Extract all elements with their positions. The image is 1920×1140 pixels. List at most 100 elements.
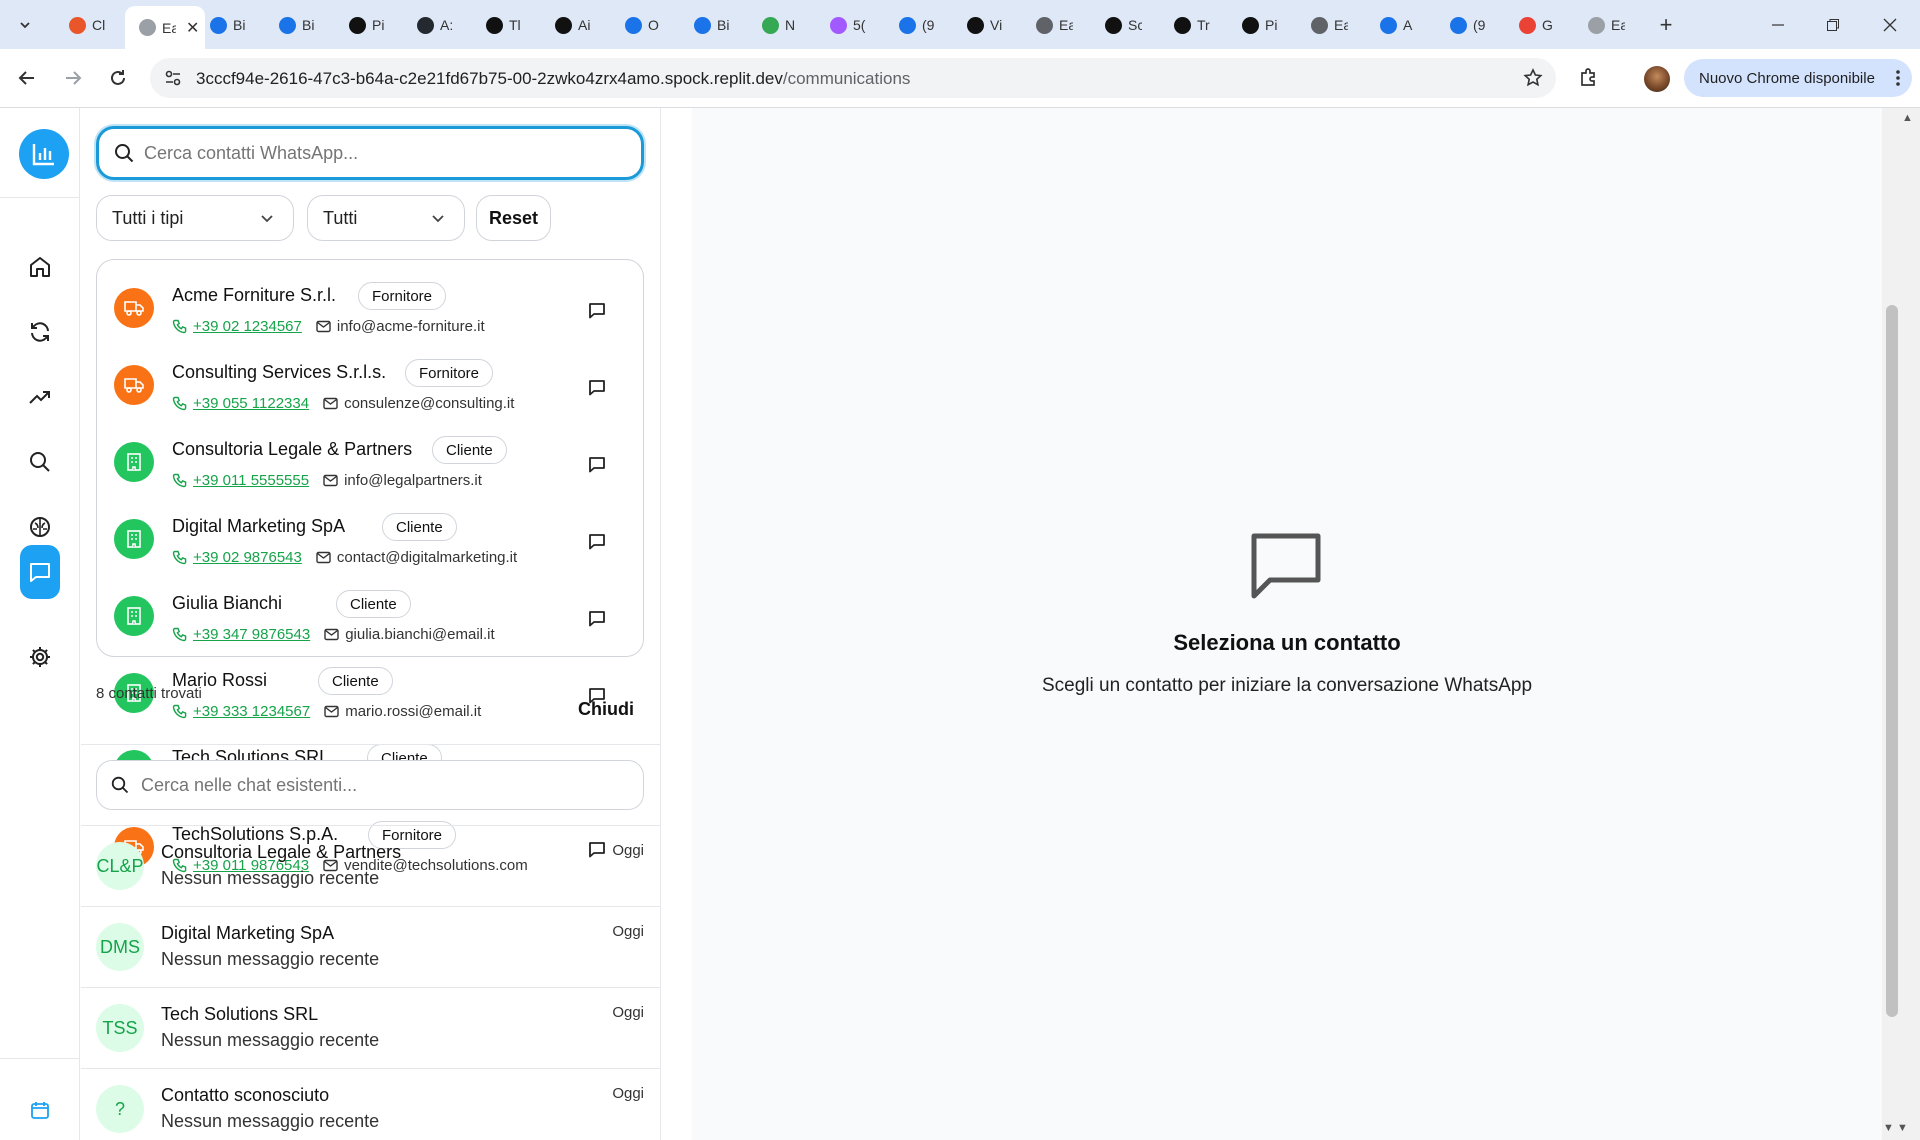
nav-ai[interactable] — [20, 507, 60, 547]
nav-communications[interactable] — [20, 545, 60, 599]
chat-search-input[interactable] — [141, 774, 611, 796]
contact-search-field[interactable] — [96, 126, 644, 180]
chat-list-item[interactable]: TSS Tech Solutions SRL Nessun messaggio re… — [81, 988, 660, 1069]
close-results-button[interactable]: Chiudi — [578, 699, 634, 720]
more-vert-icon — [1896, 70, 1900, 86]
contact-phone-link[interactable]: +39 02 1234567 — [193, 318, 302, 335]
address-bar[interactable]: 3cccf94e-2616-47c3-b64a-c2e21fd67b75-00-… — [150, 58, 1556, 98]
browser-tab[interactable]: N — [748, 8, 816, 42]
browser-tab[interactable]: Bi — [265, 8, 333, 42]
browser-tab[interactable]: Cl — [55, 8, 123, 42]
start-chat-button[interactable] — [588, 379, 606, 402]
browser-tab[interactable]: Bi — [680, 8, 748, 42]
browser-tab[interactable]: Ea ✕ — [125, 6, 205, 49]
contact-phone-link[interactable]: +39 011 5555555 — [193, 472, 309, 489]
contact-phone-link[interactable]: +39 02 9876543 — [193, 549, 302, 566]
browser-tab[interactable]: Ea — [1022, 8, 1090, 42]
nav-home[interactable] — [20, 247, 60, 287]
browser-tab[interactable]: Vi — [953, 8, 1021, 42]
contact-phone-link[interactable]: +39 333 1234567 — [193, 703, 310, 720]
chat-list-item[interactable]: CL&P Consultoria Legale & Partners Nessun … — [81, 826, 660, 907]
contact-item[interactable]: Giulia Bianchi Cliente +39 347 9876543 giul… — [96, 584, 644, 656]
browser-tab[interactable]: Bi — [196, 8, 264, 42]
nav-calendar[interactable] — [20, 1090, 60, 1130]
tab-favicon-icon — [1380, 16, 1397, 34]
scroll-down-arrow[interactable]: ▼ ▼ — [1883, 1122, 1908, 1134]
browser-tab[interactable]: (9 — [1436, 8, 1504, 42]
minimize-button[interactable] — [1758, 10, 1798, 40]
tab-title: A: — [440, 17, 454, 33]
phone-icon — [172, 550, 187, 565]
chrome-update-button[interactable]: Nuovo Chrome disponibile — [1684, 59, 1912, 97]
browser-tab[interactable]: Tl — [472, 8, 540, 42]
truck-icon — [124, 301, 144, 316]
browser-tab[interactable]: Ea — [1297, 8, 1365, 42]
nav-settings[interactable] — [20, 637, 60, 677]
chat-time: Oggi — [612, 1004, 644, 1021]
tab-favicon-icon — [279, 16, 296, 34]
contact-item[interactable]: Digital Marketing SpA Cliente +39 02 98765… — [96, 507, 644, 579]
brain-icon — [30, 517, 50, 537]
type-filter-select[interactable]: Tutti i tipi — [96, 195, 294, 241]
back-button[interactable] — [13, 64, 41, 92]
contact-avatar — [114, 365, 154, 405]
nav-sync[interactable] — [20, 312, 60, 352]
restore-button[interactable] — [1813, 10, 1853, 40]
scroll-up-arrow[interactable]: ▲ — [1902, 112, 1913, 124]
browser-tab[interactable]: A: — [403, 8, 471, 42]
browser-tab[interactable]: 5( — [816, 8, 884, 42]
tab-favicon-icon — [762, 16, 779, 34]
tab-title: G — [1542, 17, 1553, 33]
reload-button[interactable] — [104, 64, 132, 92]
contact-item[interactable]: Acme Forniture S.r.l. Fornitore +39 02 123… — [96, 276, 644, 348]
start-chat-button[interactable] — [588, 302, 606, 325]
contact-item[interactable]: Consultoria Legale & Partners Cliente +39 … — [96, 430, 644, 502]
contact-item[interactable]: Consulting Services S.r.l.s. Fornitore +39… — [96, 353, 644, 425]
nav-search[interactable] — [20, 442, 60, 482]
contact-phone-link[interactable]: +39 347 9876543 — [193, 626, 310, 643]
app-logo[interactable] — [19, 129, 69, 179]
start-chat-button[interactable] — [588, 456, 606, 479]
browser-tab[interactable]: Pi — [335, 8, 403, 42]
browser-tab[interactable]: Tr — [1160, 8, 1228, 42]
phone-icon — [172, 704, 187, 719]
contact-email: consulenze@consulting.it — [344, 395, 515, 412]
nav-trends[interactable] — [20, 377, 60, 417]
browser-tab[interactable]: (9 — [885, 8, 953, 42]
browser-tab[interactable]: Ea — [1574, 8, 1642, 42]
contact-type-badge: Cliente — [318, 667, 393, 695]
tab-title: Cl — [92, 17, 106, 33]
start-chat-button[interactable] — [588, 610, 606, 633]
tab-favicon-icon — [625, 16, 642, 34]
status-filter-select[interactable]: Tutti — [307, 195, 465, 241]
browser-tab[interactable]: A — [1366, 8, 1434, 42]
start-chat-button[interactable] — [588, 533, 606, 556]
contact-search-input[interactable] — [144, 142, 604, 164]
search-icon — [30, 452, 50, 472]
tab-title: A — [1403, 17, 1413, 33]
tab-search-button[interactable] — [10, 10, 40, 40]
chat-list-item[interactable]: DMS Digital Marketing SpA Nessun messaggio… — [81, 907, 660, 988]
contact-details: +39 011 5555555 info@legalpartners.it — [172, 472, 482, 489]
site-info-icon[interactable] — [164, 69, 182, 87]
close-window-button[interactable] — [1870, 10, 1910, 40]
section-divider — [81, 744, 660, 745]
profile-avatar[interactable] — [1644, 66, 1670, 92]
chevron-down-icon — [432, 215, 444, 223]
browser-tab[interactable]: Ai — [541, 8, 609, 42]
browser-tab[interactable]: G — [1505, 8, 1573, 42]
new-tab-button[interactable]: + — [1652, 12, 1680, 40]
extensions-icon[interactable] — [1578, 67, 1600, 89]
browser-tab[interactable]: O — [611, 8, 679, 42]
browser-tab[interactable]: Sc — [1091, 8, 1159, 42]
contact-email: contact@digitalmarketing.it — [336, 549, 518, 566]
chat-list-item[interactable]: ? Contatto sconosciuto Nessun messaggio re… — [81, 1069, 660, 1140]
browser-tab[interactable]: Pi — [1228, 8, 1296, 42]
tab-favicon-icon — [210, 16, 227, 34]
scrollbar-thumb[interactable] — [1886, 305, 1898, 1017]
forward-button[interactable] — [59, 64, 87, 92]
contact-phone-link[interactable]: +39 055 1122334 — [193, 395, 309, 412]
reset-filters-button[interactable]: Reset — [476, 195, 551, 241]
bookmark-star-icon[interactable] — [1523, 68, 1543, 88]
chat-search-field[interactable] — [96, 760, 644, 810]
